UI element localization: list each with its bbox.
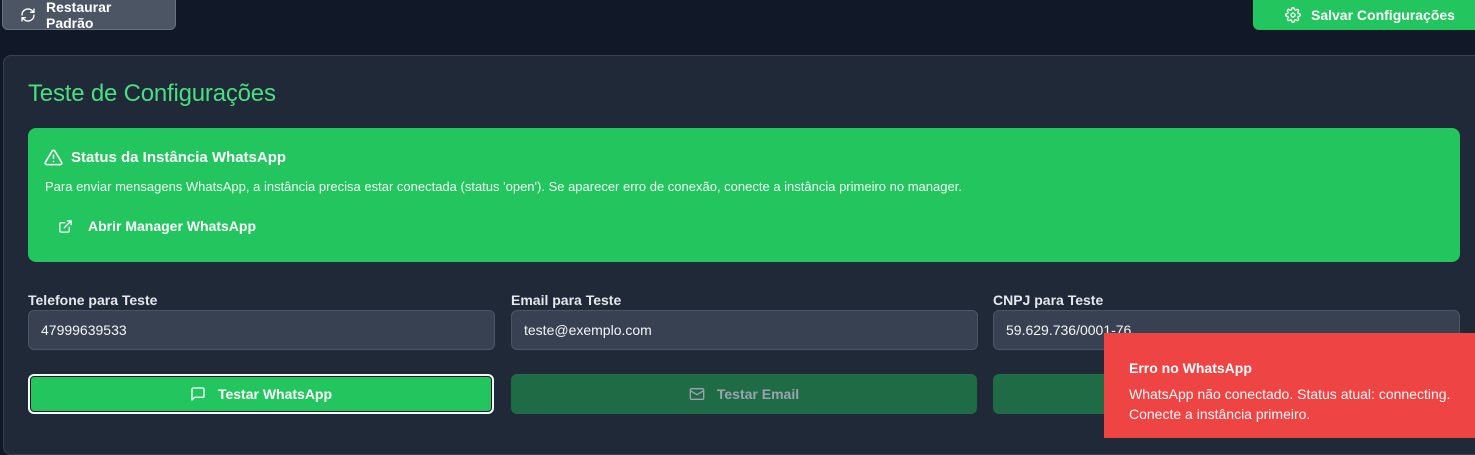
whatsapp-status-alert: Status da Instância WhatsApp Para enviar… (28, 128, 1460, 262)
phone-field-label: Telefone para Teste (28, 292, 158, 308)
warning-triangle-icon (44, 148, 63, 167)
toast-message-line-2: Conecte a instância primeiro. (1129, 406, 1311, 422)
test-email-label: Testar Email (716, 386, 800, 402)
test-whatsapp-label: Testar WhatsApp (217, 386, 333, 402)
open-manager-label: Abrir Manager WhatsApp (88, 218, 257, 234)
save-settings-label: Salvar Configurações (1311, 7, 1455, 23)
message-square-icon (190, 386, 206, 402)
cnpj-field-label: CNPJ para Teste (993, 292, 1104, 308)
open-whatsapp-manager-link[interactable]: Abrir Manager WhatsApp (58, 218, 256, 234)
alert-description: Para enviar mensagens WhatsApp, a instân… (45, 179, 962, 194)
email-input[interactable] (511, 310, 978, 350)
mail-icon (689, 386, 705, 402)
alert-title: Status da Instância WhatsApp (71, 149, 287, 166)
external-link-icon (58, 219, 73, 234)
test-whatsapp-button[interactable]: Testar WhatsApp (28, 374, 494, 414)
email-field-label: Email para Teste (511, 292, 622, 308)
restore-defaults-label: Restaurar Padrão (46, 0, 112, 31)
toast-title: Erro no WhatsApp (1129, 360, 1252, 376)
test-email-button[interactable]: Testar Email (511, 374, 977, 414)
phone-input[interactable] (28, 310, 495, 350)
save-settings-button[interactable]: Salvar Configurações (1253, 0, 1475, 30)
restore-defaults-button[interactable]: Restaurar Padrão (2, 0, 176, 31)
toast-message-line-1: WhatsApp não conectado. Status atual: co… (1129, 386, 1451, 402)
alert-header: Status da Instância WhatsApp (44, 148, 286, 167)
card-title: Teste de Configurações (28, 80, 276, 107)
refresh-icon (20, 7, 36, 23)
gear-icon (1285, 7, 1301, 23)
error-toast[interactable]: Erro no WhatsApp WhatsApp não conectado.… (1104, 333, 1475, 438)
